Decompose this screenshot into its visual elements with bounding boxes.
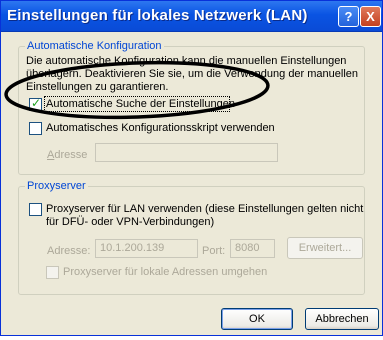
bypass-local-checkbox[interactable] [46, 266, 59, 279]
proxy-address-label: Adresse: [47, 245, 91, 257]
auto-config-description-line1: Die automatische Konfiguration kann die … [26, 55, 347, 67]
script-address-label: Adresse [47, 149, 88, 161]
auto-detect-label[interactable]: Automatische Suche der Einstellungen [46, 98, 235, 110]
cancel-button[interactable]: Abbrechen [305, 308, 379, 330]
close-button[interactable]: X [360, 6, 381, 27]
config-script-checkbox[interactable] [29, 122, 42, 135]
auto-config-description-line3: Einstellungen zu garantieren. [26, 81, 169, 93]
lan-settings-dialog: Einstellungen für lokales Netzwerk (LAN)… [0, 0, 383, 336]
title-bar: Einstellungen für lokales Netzwerk (LAN)… [1, 1, 382, 32]
use-proxy-label-line2[interactable]: für DFÜ- oder VPN-Verbindungen) [46, 216, 214, 228]
auto-detect-checkbox[interactable] [29, 96, 42, 111]
use-proxy-checkbox[interactable] [29, 203, 42, 216]
auto-config-description-line2: überlagern. Deaktivieren Sie sie, um die… [26, 68, 359, 80]
proxy-legend: Proxyserver [25, 180, 88, 192]
proxy-port-label: Port: [202, 245, 226, 257]
window-title: Einstellungen für lokales Netzwerk (LAN) [7, 7, 308, 24]
script-address-input[interactable] [95, 143, 278, 162]
advanced-button[interactable]: Erweitert... [287, 237, 363, 259]
proxy-port-input[interactable]: 8080 [230, 239, 275, 258]
config-script-label[interactable]: Automatisches Konfigurationsskript verwe… [46, 122, 275, 134]
ok-button[interactable]: OK [221, 308, 293, 330]
use-proxy-label-line1[interactable]: Proxyserver für LAN verwenden (diese Ein… [46, 203, 363, 215]
help-button[interactable]: ? [338, 6, 359, 27]
auto-config-legend: Automatische Konfiguration [25, 40, 164, 52]
proxy-address-input[interactable]: 10.1.200.139 [95, 239, 198, 258]
bypass-local-label[interactable]: Proxyserver für lokale Adressen umgehen [63, 266, 267, 278]
